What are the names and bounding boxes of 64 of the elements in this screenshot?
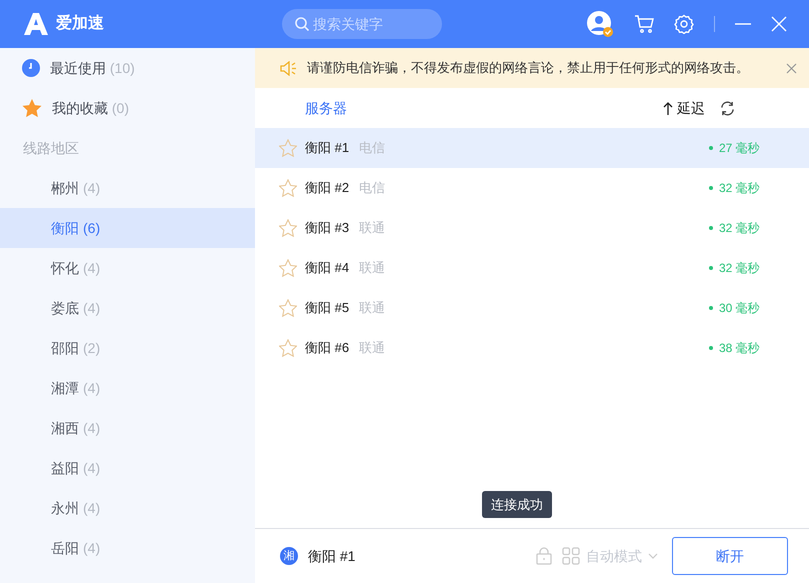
region-item[interactable]: 永州 (4) <box>0 488 255 528</box>
region-item[interactable]: 郴州 (4) <box>0 168 255 208</box>
server-name: 衡阳 #2 <box>305 179 350 198</box>
isp-label: 电信 <box>359 179 386 198</box>
isp-label: 联通 <box>359 339 386 358</box>
connected-server: 衡阳 #1 <box>308 546 356 566</box>
region-item[interactable]: 衡阳 (6) <box>0 208 255 248</box>
latency-value: 32 毫秒 <box>719 260 761 277</box>
latency-value: 30 毫秒 <box>719 300 761 317</box>
region-item[interactable]: 益阳 (4) <box>0 448 255 488</box>
star-icon <box>22 98 42 118</box>
star-outline-icon[interactable] <box>279 299 297 317</box>
notice-text: 请谨防电信诈骗，不得发布虚假的网络言论，禁止用于任何形式的网络攻击。 <box>307 59 750 78</box>
star-outline-icon[interactable] <box>279 139 297 157</box>
star-outline-icon[interactable] <box>279 259 297 277</box>
region-item[interactable]: 邵阳 (2) <box>0 328 255 368</box>
region-item[interactable]: 怀化 (4) <box>0 248 255 288</box>
server-row[interactable]: 衡阳 #1 电信 27 毫秒 <box>255 128 809 168</box>
star-outline-icon[interactable] <box>279 219 297 237</box>
server-name: 衡阳 #4 <box>305 259 350 278</box>
disconnect-button[interactable]: 断开 <box>672 537 788 575</box>
item-label: 我的收藏 (0) <box>52 98 130 118</box>
speaker-icon <box>280 60 297 76</box>
minimize-icon[interactable] <box>735 23 751 25</box>
star-outline-icon[interactable] <box>279 339 297 357</box>
avatar-icon[interactable] <box>586 10 614 38</box>
section-title: 线路地区 <box>23 138 79 158</box>
lock-icon[interactable] <box>536 547 552 565</box>
refresh-icon[interactable] <box>720 100 735 116</box>
latency-value: 27 毫秒 <box>719 140 761 157</box>
latency-value: 32 毫秒 <box>719 180 761 197</box>
sort-arrow-icon[interactable] <box>663 102 673 114</box>
cart-icon[interactable] <box>634 15 654 33</box>
tooltip: 连接成功 <box>482 490 552 518</box>
column-header[interactable]: 服务器 <box>305 98 347 118</box>
settings-icon[interactable] <box>674 14 694 34</box>
star-outline-icon[interactable] <box>279 179 297 197</box>
server-name: 衡阳 #1 <box>305 139 350 158</box>
search-field[interactable]: 搜索关键字 <box>282 9 442 39</box>
region-badge: 湘 <box>280 547 298 565</box>
close-icon[interactable] <box>786 62 797 74</box>
server-name: 衡阳 #6 <box>305 339 350 358</box>
server-name: 衡阳 #5 <box>305 299 350 318</box>
isp-label: 联通 <box>359 299 386 318</box>
region-item[interactable]: 湘潭 (4) <box>0 368 255 408</box>
region-item[interactable]: 湘西 (4) <box>0 408 255 448</box>
grid-icon <box>562 547 580 565</box>
column-header[interactable]: 延迟 <box>677 98 705 118</box>
server-name: 衡阳 #3 <box>305 219 350 238</box>
latency-value: 32 毫秒 <box>719 220 761 237</box>
caret-icon <box>648 553 658 559</box>
logo-icon <box>24 13 48 35</box>
isp-label: 电信 <box>359 139 386 158</box>
isp-label: 联通 <box>359 219 386 238</box>
item-label: 最近使用 (10) <box>50 58 135 78</box>
app-title: 爱加速 <box>56 13 104 34</box>
clock-icon <box>22 59 40 77</box>
region-item[interactable]: 娄底 (4) <box>0 288 255 328</box>
latency-value: 38 毫秒 <box>719 340 761 357</box>
isp-label: 联通 <box>359 259 386 278</box>
sidebar-item[interactable]: 我的收藏 (0) <box>0 88 255 128</box>
search-icon <box>294 16 310 32</box>
region-item[interactable]: 岳阳 (4) <box>0 528 255 568</box>
sidebar-item[interactable]: 最近使用 (10) <box>0 48 255 88</box>
